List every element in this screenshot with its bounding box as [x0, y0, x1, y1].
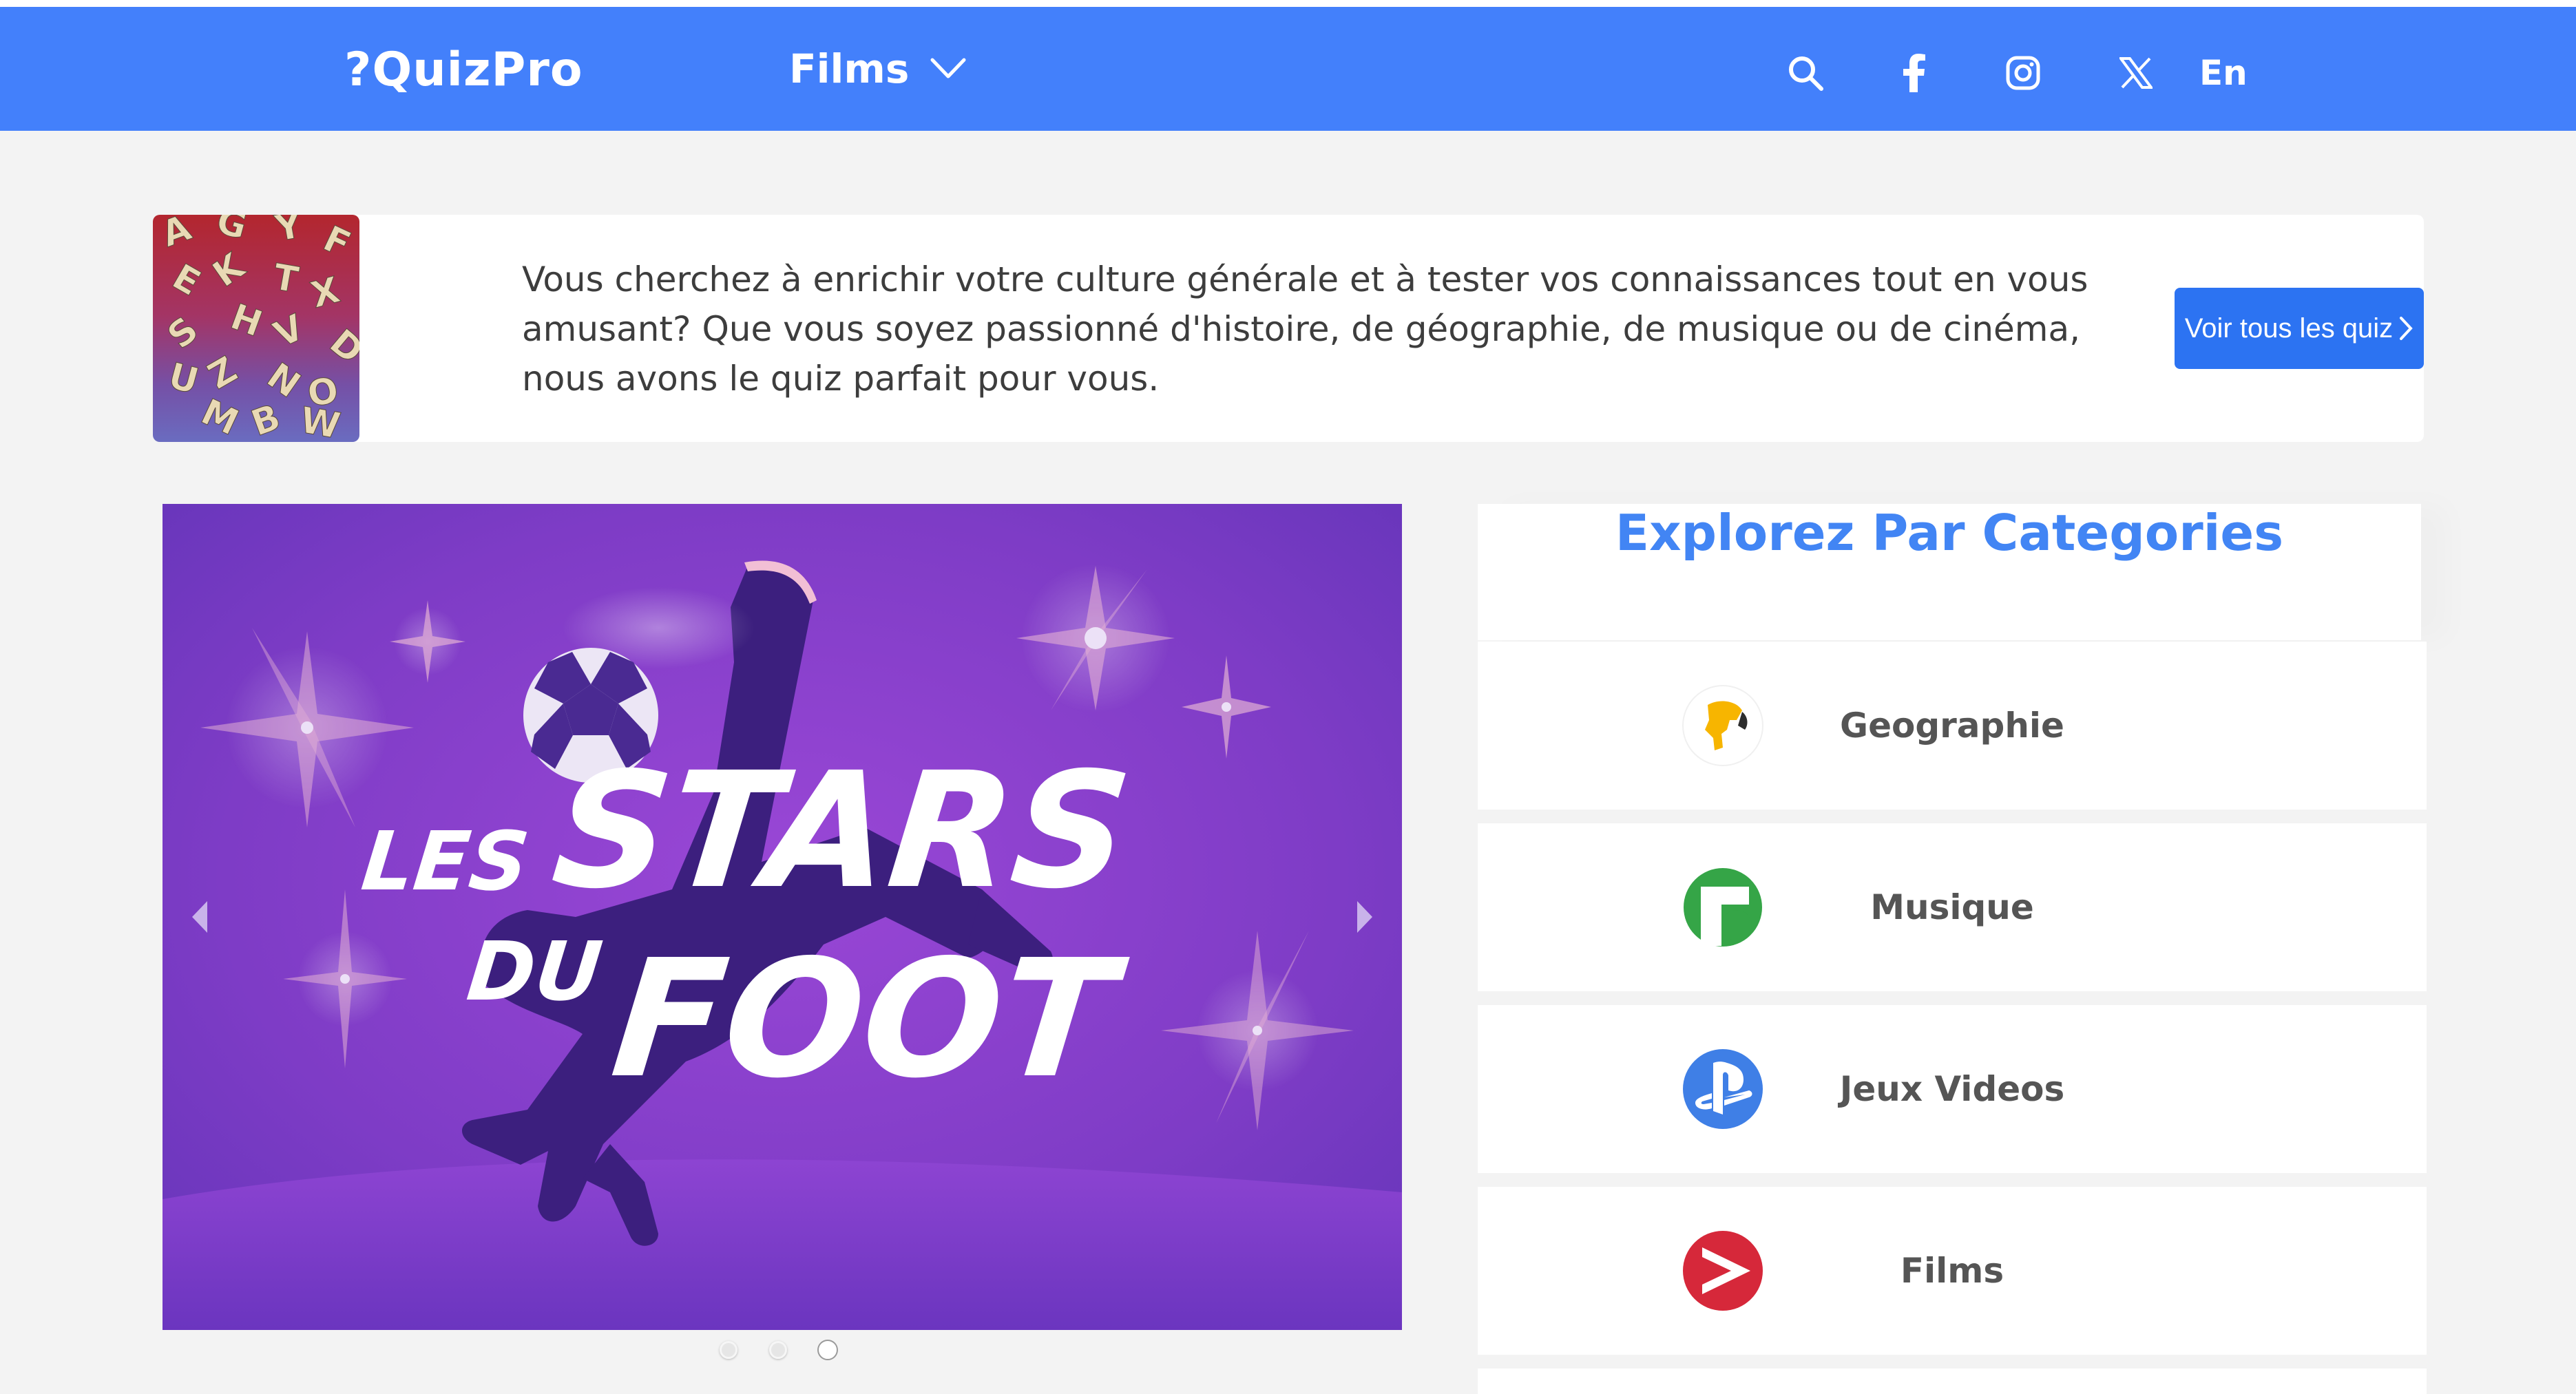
slide-title-du: DU — [463, 924, 606, 1019]
category-label: Jeux Videos — [1839, 1069, 2065, 1109]
intro-banner: AGYFEKTXSHVDUZNOMBW Vous cherchez à enri… — [153, 215, 2424, 442]
carousel-next-button[interactable] — [1344, 889, 1385, 944]
carousel-dot-2[interactable] — [769, 1341, 787, 1359]
nav-icon-group: En — [1783, 51, 2248, 95]
category-card-jeux-videos[interactable]: Jeux Videos — [1478, 1005, 2427, 1173]
chevron-left-icon — [192, 901, 207, 933]
category-card-films[interactable]: Films — [1478, 1187, 2427, 1355]
top-navigation: ?QuizPro Films En — [0, 7, 2576, 131]
carousel-dot-1[interactable] — [720, 1341, 737, 1359]
category-card-geographie[interactable]: Geographie — [1478, 642, 2427, 810]
category-label: Geographie — [1840, 706, 2064, 746]
category-dropdown-label: Films — [789, 45, 910, 92]
chevron-right-icon — [2400, 317, 2413, 340]
letter-tile: W — [297, 400, 343, 442]
instagram-icon[interactable] — [2001, 51, 2045, 95]
carousel-prev-button[interactable] — [179, 889, 220, 944]
category-card-musique[interactable]: Musique — [1478, 823, 2427, 991]
category-label: Musique — [1870, 887, 2034, 927]
category-card-next[interactable] — [1478, 1369, 2427, 1394]
category-label: Films — [1900, 1251, 2004, 1291]
view-all-quizzes-label: Voir tous les quiz — [2184, 313, 2394, 344]
chevron-down-icon — [930, 58, 966, 78]
featured-quiz-carousel[interactable]: LES STARS DU FOOT — [163, 504, 1402, 1330]
slide-title-les: LES — [357, 814, 533, 909]
letters-image: AGYFEKTXSHVDUZNOMBW — [153, 215, 359, 442]
categories-header: Explorez Par Categories — [1478, 504, 2421, 640]
slide-title-stars: STARS — [545, 738, 1138, 924]
site-logo[interactable]: ?QuizPro — [344, 43, 583, 97]
intro-description: Vous cherchez à enrichir votre culture g… — [522, 260, 2088, 399]
carousel-dot-3[interactable] — [819, 1341, 837, 1359]
slide-image: LES STARS DU FOOT — [163, 504, 1402, 1330]
categories-title: Explorez Par Categories — [1615, 504, 2284, 562]
chevron-right-icon — [1357, 901, 1372, 933]
slide-title-foot: FOOT — [605, 925, 1134, 1114]
x-icon[interactable] — [2114, 51, 2158, 95]
language-switcher[interactable]: En — [2199, 53, 2248, 93]
category-dropdown[interactable]: Films — [789, 45, 967, 92]
view-all-quizzes-button[interactable]: Voir tous les quiz — [2175, 288, 2424, 369]
search-icon[interactable] — [1783, 51, 1828, 95]
facebook-icon[interactable] — [1892, 51, 1936, 95]
carousel-indicators — [720, 1341, 837, 1359]
